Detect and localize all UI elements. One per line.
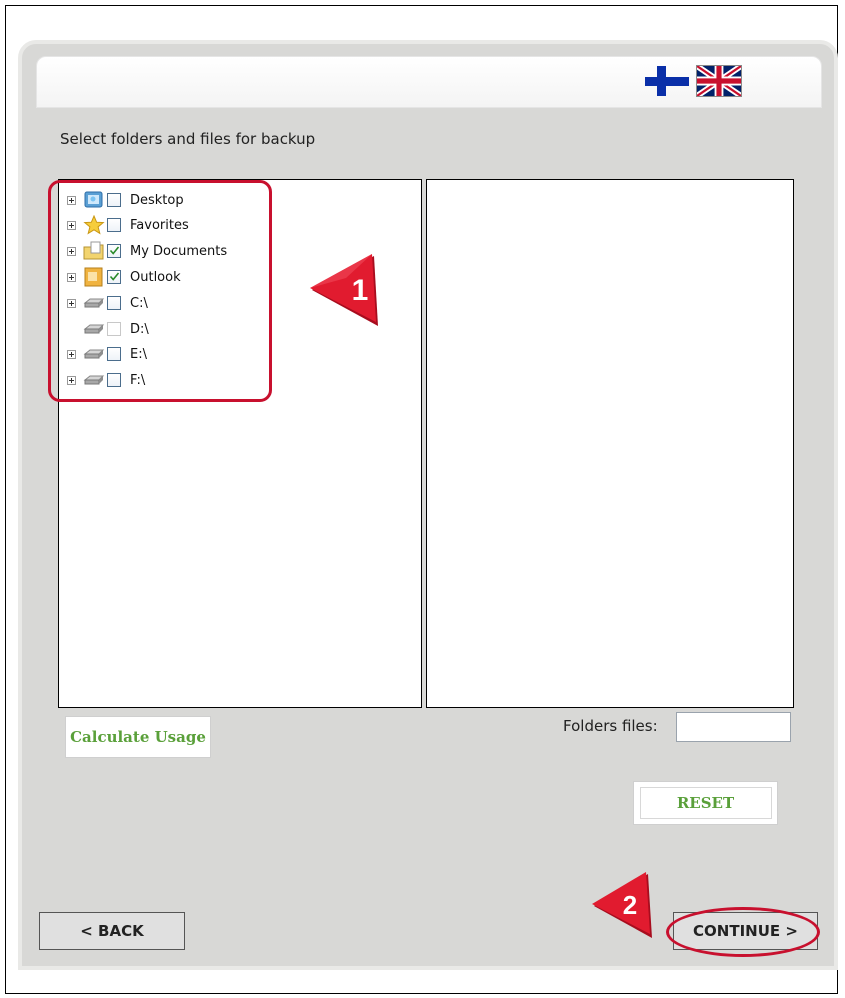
step-2-badge: 2 <box>592 872 652 938</box>
instruction-text: Select folders and files for backup <box>60 130 316 148</box>
step-1-badge: 1 <box>310 254 378 326</box>
reset-button[interactable]: RESET <box>633 781 778 825</box>
finland-flag-icon[interactable] <box>645 66 689 96</box>
folders-files-label: Folders files: <box>563 717 658 735</box>
annotation-highlight-box <box>48 180 272 402</box>
calculate-usage-button[interactable]: Calculate Usage <box>65 716 211 758</box>
folders-files-input[interactable] <box>676 712 791 742</box>
annotation-highlight-ellipse <box>666 907 820 957</box>
file-list-panel[interactable] <box>426 179 794 708</box>
step-2-number: 2 <box>623 890 637 920</box>
back-button[interactable]: < BACK <box>39 912 185 950</box>
reset-button-label: RESET <box>639 787 772 819</box>
uk-flag-icon[interactable] <box>696 65 742 97</box>
step-1-number: 1 <box>352 274 369 307</box>
